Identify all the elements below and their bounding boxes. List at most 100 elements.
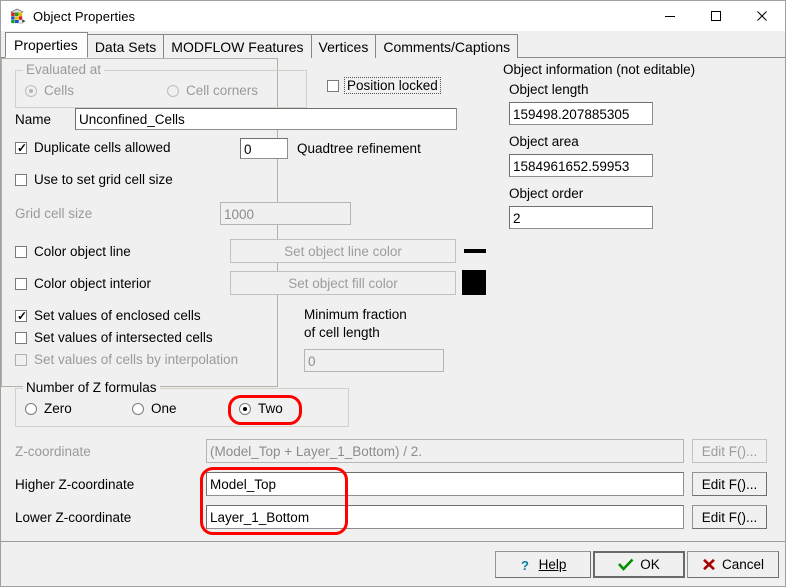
checkbox-duplicate-cells-allowed-label: Duplicate cells allowed [34, 140, 171, 155]
checkbox-set-values-enclosed-cells-box: ✓ [15, 308, 28, 323]
set-object-fill-color-button[interactable]: Set object fill color [230, 271, 456, 295]
radio-cell-corners-label: Cell corners [186, 83, 259, 98]
checkbox-use-to-set-grid-cell-size-box [15, 173, 27, 186]
tab-properties[interactable]: Properties [5, 32, 88, 58]
object-area-value: 1584961652.59953 [509, 154, 653, 177]
checkbox-set-values-enclosed-cells[interactable]: ✓ Set values of enclosed cells [15, 308, 201, 323]
z-coordinate-label: Z-coordinate [15, 444, 91, 459]
line-color-swatch [464, 249, 486, 253]
object-order-label: Object order [509, 186, 584, 201]
checkbox-color-object-line-label: Color object line [34, 244, 131, 259]
radio-cell-corners[interactable]: Cell corners [167, 83, 258, 98]
radio-cells-indicator [25, 84, 37, 97]
object-information-caption: Object information (not editable) [500, 63, 699, 76]
tab-data-sets[interactable]: Data Sets [86, 34, 165, 58]
checkbox-set-values-by-interpolation[interactable]: Set values of cells by interpolation [15, 352, 238, 367]
tab-data-sets-label: Data Sets [94, 38, 157, 55]
checkbox-set-values-intersected-cells-box [15, 331, 27, 344]
ok-button[interactable]: OK [593, 551, 685, 578]
evaluated-at-caption: Evaluated at [23, 63, 105, 76]
quadtree-refinement-input[interactable]: 0 [240, 138, 288, 159]
radio-cells[interactable]: Cells [25, 83, 74, 98]
object-order-value: 2 [509, 206, 653, 229]
cancel-button-label: Cancel [721, 557, 765, 572]
x-mark-icon [702, 558, 716, 571]
radio-zero[interactable]: Zero [25, 401, 72, 416]
radio-one-label: One [151, 401, 177, 416]
checkbox-position-locked[interactable]: Position locked [327, 77, 441, 94]
checkbox-position-locked-box [327, 79, 339, 92]
object-length-value: 159498.207885305 [509, 102, 653, 125]
tab-vertices[interactable]: Vertices [310, 34, 377, 58]
checkbox-duplicate-cells-allowed[interactable]: ✓ Duplicate cells allowed [15, 140, 171, 155]
radio-one-indicator [132, 402, 144, 415]
title-bar: Object Properties [1, 1, 785, 31]
radio-cells-label: Cells [44, 83, 75, 98]
checkbox-set-values-intersected-cells[interactable]: Set values of intersected cells [15, 330, 213, 345]
close-icon[interactable] [739, 1, 785, 31]
z-coordinate-edit-function-button[interactable]: Edit F()... [692, 439, 767, 463]
checkbox-color-object-interior-box [15, 277, 27, 290]
dialog-footer: ? Help OK Cancel [1, 541, 785, 586]
window-title: Object Properties [33, 8, 136, 24]
lower-z-coordinate-label: Lower Z-coordinate [15, 510, 132, 525]
cancel-button[interactable]: Cancel [687, 551, 779, 578]
grid-cell-size-label: Grid cell size [15, 206, 93, 221]
z-formulas-caption: Number of Z formulas [23, 381, 160, 394]
higher-z-coordinate-edit-function-button[interactable]: Edit F()... [692, 472, 767, 496]
maximize-icon[interactable] [693, 1, 739, 31]
checkbox-use-to-set-grid-cell-size[interactable]: Use to set grid cell size [15, 172, 173, 187]
question-mark-icon: ? [520, 558, 533, 572]
checkbox-duplicate-cells-allowed-box: ✓ [15, 140, 28, 155]
lower-z-coordinate-input[interactable]: Layer_1_Bottom [206, 505, 684, 529]
lower-z-coordinate-edit-function-button[interactable]: Edit F()... [692, 505, 767, 529]
tab-properties-label: Properties [14, 37, 78, 53]
checkbox-set-values-enclosed-cells-label: Set values of enclosed cells [34, 308, 201, 323]
tab-comments-captions-label: Comments/Captions [383, 38, 511, 55]
checkbox-set-values-by-interpolation-label: Set values of cells by interpolation [34, 352, 239, 367]
checkbox-set-values-by-interpolation-box [15, 353, 27, 366]
grid-cell-size-input[interactable]: 1000 [220, 202, 351, 225]
radio-zero-indicator [25, 402, 37, 415]
checkbox-color-object-line[interactable]: Color object line [15, 244, 131, 259]
name-input[interactable]: Unconfined_Cells [75, 108, 457, 130]
minimize-icon[interactable] [647, 1, 693, 31]
window-controls [647, 1, 785, 31]
minimum-fraction-label-line2: of cell length [304, 325, 380, 340]
check-mark-icon [618, 558, 634, 571]
z-coordinate-input[interactable]: (Model_Top + Layer_1_Bottom) / 2. [206, 439, 684, 463]
quadtree-refinement-label: Quadtree refinement [297, 141, 421, 156]
object-area-label: Object area [509, 134, 579, 149]
tab-strip: Properties Data Sets MODFLOW Features Ve… [1, 31, 785, 58]
checkbox-use-to-set-grid-cell-size-label: Use to set grid cell size [34, 172, 173, 187]
tab-comments-captions[interactable]: Comments/Captions [375, 34, 519, 58]
checkbox-set-values-intersected-cells-label: Set values of intersected cells [34, 330, 213, 345]
properties-panel: Evaluated at Cells Cell corners Position… [1, 58, 785, 586]
minimum-fraction-input[interactable]: 0 [304, 349, 444, 372]
svg-text:?: ? [521, 558, 529, 572]
radio-zero-label: Zero [44, 401, 72, 416]
tab-vertices-label: Vertices [318, 38, 369, 55]
higher-z-coordinate-label: Higher Z-coordinate [15, 477, 135, 492]
radio-cell-corners-indicator [167, 84, 179, 97]
checkbox-position-locked-label: Position locked [344, 77, 441, 94]
checkbox-color-object-interior-label: Color object interior [34, 276, 152, 291]
set-object-line-color-button[interactable]: Set object line color [230, 239, 456, 263]
tab-modflow-features-label: MODFLOW Features [171, 38, 304, 55]
radio-two-label: Two [258, 401, 283, 416]
fill-color-swatch [462, 270, 486, 295]
ok-button-label: OK [640, 557, 660, 572]
radio-one[interactable]: One [132, 401, 177, 416]
object-properties-dialog: Object Properties Properties Data Sets M… [0, 0, 786, 587]
help-button-label: Help [538, 557, 567, 572]
radio-two-indicator [239, 402, 251, 415]
object-length-label: Object length [509, 82, 589, 97]
minimum-fraction-label-line1: Minimum fraction [304, 307, 407, 322]
help-button[interactable]: ? Help [495, 551, 591, 578]
higher-z-coordinate-input[interactable]: Model_Top [206, 472, 684, 496]
radio-two[interactable]: Two [239, 401, 283, 416]
cube-icon [9, 8, 26, 25]
tab-modflow-features[interactable]: MODFLOW Features [163, 34, 312, 58]
checkbox-color-object-interior[interactable]: Color object interior [15, 276, 151, 291]
checkbox-color-object-line-box [15, 245, 27, 258]
